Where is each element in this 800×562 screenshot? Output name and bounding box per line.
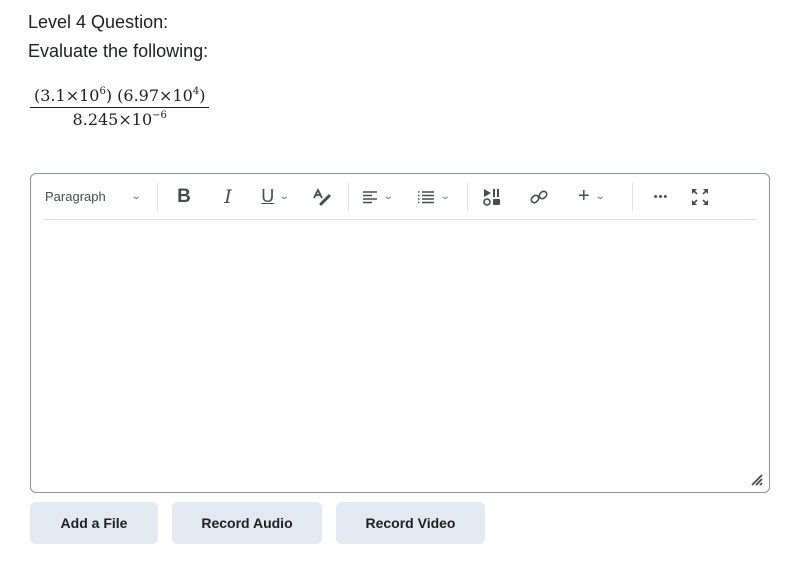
- underline-button[interactable]: U ⌄: [246, 181, 304, 213]
- insert-button[interactable]: + ⌄: [562, 181, 620, 213]
- underline-icon: U: [261, 186, 275, 206]
- link-icon: [530, 189, 548, 204]
- rich-text-editor: Paragraph ⌄ B I U ⌄ ⌄ ⌄ + ⌄ •••: [30, 173, 770, 493]
- text-color-button[interactable]: [304, 181, 340, 213]
- term-c: 8.245×10: [72, 110, 153, 129]
- format-select-label: Paragraph: [45, 189, 106, 204]
- question-title: Level 4 Question:: [28, 12, 169, 32]
- paren: ): [199, 86, 206, 105]
- resize-handle-icon[interactable]: [749, 472, 763, 486]
- media-icon: [483, 188, 500, 206]
- fraction-numerator: (3.1×106) (6.97×104): [30, 86, 210, 108]
- chevron-down-icon: ⌄: [279, 191, 290, 202]
- record-video-button[interactable]: Record Video: [336, 502, 485, 544]
- editor-content-area[interactable]: [31, 220, 769, 492]
- term-a: (3.1×10: [34, 86, 100, 105]
- record-audio-button[interactable]: Record Audio: [172, 502, 322, 544]
- fullscreen-button[interactable]: [689, 181, 711, 213]
- align-left-icon: [362, 190, 377, 203]
- paren: ): [105, 86, 113, 105]
- ellipsis-icon: •••: [653, 190, 669, 203]
- chevron-down-icon: ⌄: [594, 191, 606, 202]
- exponent-c: −6: [152, 110, 167, 121]
- term-b: (6.97×10: [117, 86, 193, 105]
- italic-icon: I: [224, 185, 232, 208]
- chevron-down-icon: ⌄: [382, 191, 394, 202]
- fullscreen-icon: [692, 188, 708, 205]
- fraction-denominator: 8.245×10−6: [30, 108, 209, 129]
- add-file-button[interactable]: Add a File: [30, 502, 158, 544]
- insert-media-button[interactable]: [468, 181, 516, 213]
- list-button[interactable]: ⌄: [405, 181, 461, 213]
- italic-button[interactable]: I: [210, 181, 246, 213]
- chevron-down-icon: ⌄: [130, 191, 142, 202]
- insert-link-button[interactable]: [516, 181, 562, 213]
- text-color-icon: [313, 187, 331, 205]
- bold-icon: B: [177, 185, 191, 207]
- question-prompt: Evaluate the following:: [28, 41, 209, 61]
- format-select[interactable]: Paragraph ⌄: [43, 181, 157, 213]
- editor-toolbar: Paragraph ⌄ B I U ⌄ ⌄ ⌄ + ⌄ •••: [43, 174, 757, 220]
- align-button[interactable]: ⌄: [349, 181, 405, 213]
- plus-icon: +: [577, 185, 590, 207]
- bold-button[interactable]: B: [158, 181, 210, 213]
- math-expression: (3.1×106) (6.97×104) 8.245×10−6: [30, 86, 210, 129]
- bulleted-list-icon: [417, 190, 434, 203]
- more-options-button[interactable]: •••: [633, 181, 689, 213]
- chevron-down-icon: ⌄: [439, 191, 451, 202]
